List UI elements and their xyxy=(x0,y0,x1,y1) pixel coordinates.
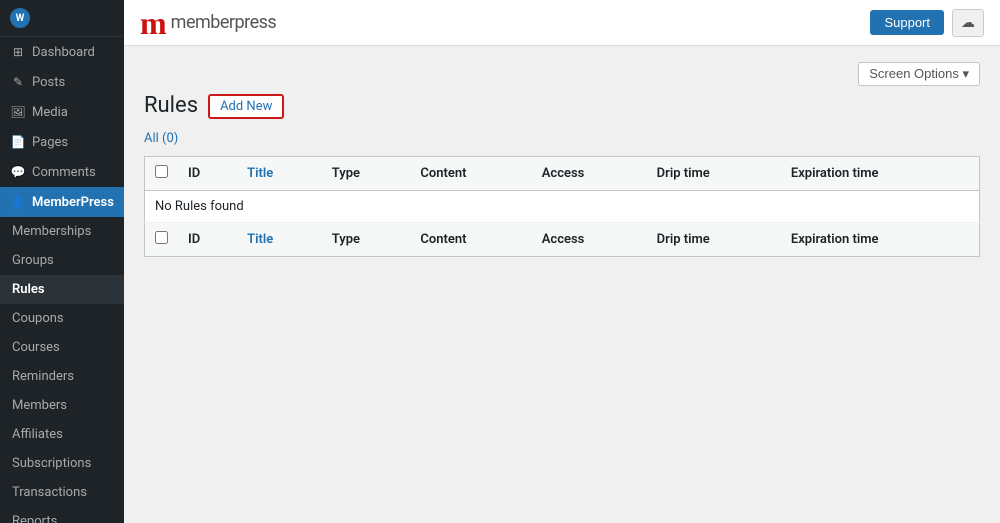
sidebar-item-members[interactable]: Members xyxy=(0,391,124,420)
sidebar-item-comments[interactable]: 💬 Comments xyxy=(0,157,124,187)
filter-all-link[interactable]: All (0) xyxy=(144,131,178,146)
sidebar: W ⊞ Dashboard ✎ Posts 🖼 Media 📄 Pages 💬 … xyxy=(0,0,124,523)
cloud-icon-button[interactable]: ☁ xyxy=(952,9,984,37)
sidebar-item-label: Comments xyxy=(32,165,96,180)
screen-options-button[interactable]: Screen Options ▾ xyxy=(858,62,980,86)
posts-icon: ✎ xyxy=(10,74,26,90)
rules-table: ID Title Type Content Access D xyxy=(144,156,980,257)
reminders-label: Reminders xyxy=(12,369,74,384)
reports-label: Reports xyxy=(12,514,57,523)
sidebar-item-coupons[interactable]: Coupons xyxy=(0,304,124,333)
sidebar-item-pages[interactable]: 📄 Pages xyxy=(0,127,124,157)
title-sort-link[interactable]: Title xyxy=(247,166,273,181)
footer-expiration-time: Expiration time xyxy=(781,222,980,256)
footer-content: Content xyxy=(410,222,531,256)
sidebar-item-label: Media xyxy=(32,105,68,120)
sidebar-item-label: Posts xyxy=(32,75,65,90)
pages-icon: 📄 xyxy=(10,134,26,150)
subscriptions-label: Subscriptions xyxy=(12,456,91,471)
footer-title[interactable]: Title xyxy=(237,222,322,256)
members-label: Members xyxy=(12,398,67,413)
media-icon: 🖼 xyxy=(10,104,26,120)
sidebar-item-label: Dashboard xyxy=(32,45,95,60)
affiliates-label: Affiliates xyxy=(12,427,63,442)
mp-logo-text: memberpress xyxy=(171,12,277,33)
header-type: Type xyxy=(322,156,411,190)
title-sort-link-footer[interactable]: Title xyxy=(247,232,273,247)
sidebar-item-groups[interactable]: Groups xyxy=(0,246,124,275)
page-title: Rules xyxy=(144,92,198,121)
screen-options-container: Screen Options ▾ xyxy=(144,62,980,86)
topbar: m memberpress Support ☁ xyxy=(124,0,1000,46)
footer-access: Access xyxy=(532,222,647,256)
sidebar-item-reports[interactable]: Reports xyxy=(0,507,124,523)
table-footer-row: ID Title Type Content Access D xyxy=(145,222,980,256)
memberpress-section-header[interactable]: 👤 MemberPress xyxy=(0,187,124,217)
header-drip-time: Drip time xyxy=(647,156,781,190)
header-title[interactable]: Title xyxy=(237,156,322,190)
footer-id: ID xyxy=(178,222,237,256)
no-items-row: No Rules found xyxy=(145,190,980,222)
table-header-row: ID Title Type Content Access D xyxy=(145,156,980,190)
header-content: Content xyxy=(410,156,531,190)
sidebar-item-rules[interactable]: Rules xyxy=(0,275,124,304)
select-all-checkbox[interactable] xyxy=(155,165,168,178)
sidebar-item-media[interactable]: 🖼 Media xyxy=(0,97,124,127)
header-cb xyxy=(145,156,179,190)
filter-bar: All (0) xyxy=(144,131,980,146)
support-button[interactable]: Support xyxy=(870,10,944,35)
coupons-label: Coupons xyxy=(12,311,64,326)
header-id: ID xyxy=(178,156,237,190)
courses-label: Courses xyxy=(12,340,60,355)
sidebar-item-affiliates[interactable]: Affiliates xyxy=(0,420,124,449)
memberpress-label: MemberPress xyxy=(32,195,114,210)
mp-logo-m: m xyxy=(140,7,167,39)
sidebar-item-transactions[interactable]: Transactions xyxy=(0,478,124,507)
wp-logo-icon: W xyxy=(10,8,30,28)
select-all-footer-checkbox[interactable] xyxy=(155,231,168,244)
groups-label: Groups xyxy=(12,253,54,268)
footer-type: Type xyxy=(322,222,411,256)
topbar-actions: Support ☁ xyxy=(870,9,984,37)
header-expiration-time: Expiration time xyxy=(781,156,980,190)
sidebar-item-label: Pages xyxy=(32,135,68,150)
page-content: Screen Options ▾ Rules Add New All (0) I… xyxy=(124,46,1000,523)
header-access: Access xyxy=(532,156,647,190)
page-header: Rules Add New xyxy=(144,92,980,121)
memberships-label: Memberships xyxy=(12,224,91,239)
sidebar-item-posts[interactable]: ✎ Posts xyxy=(0,67,124,97)
sidebar-item-dashboard[interactable]: ⊞ Dashboard xyxy=(0,37,124,67)
memberpress-icon: 👤 xyxy=(10,194,26,210)
comments-icon: 💬 xyxy=(10,164,26,180)
no-items-cell: No Rules found xyxy=(145,190,980,222)
footer-drip-time: Drip time xyxy=(647,222,781,256)
rules-label: Rules xyxy=(12,282,45,297)
sidebar-item-memberships[interactable]: Memberships xyxy=(0,217,124,246)
add-new-button[interactable]: Add New xyxy=(208,94,284,119)
main-content: m memberpress Support ☁ Screen Options ▾… xyxy=(124,0,1000,523)
sidebar-item-courses[interactable]: Courses xyxy=(0,333,124,362)
sidebar-item-reminders[interactable]: Reminders xyxy=(0,362,124,391)
dashboard-icon: ⊞ xyxy=(10,44,26,60)
wp-logo: W xyxy=(0,0,124,37)
sidebar-item-subscriptions[interactable]: Subscriptions xyxy=(0,449,124,478)
topbar-logo: m memberpress xyxy=(140,7,276,39)
footer-cb xyxy=(145,222,179,256)
cloud-icon: ☁ xyxy=(961,15,975,31)
transactions-label: Transactions xyxy=(12,485,87,500)
